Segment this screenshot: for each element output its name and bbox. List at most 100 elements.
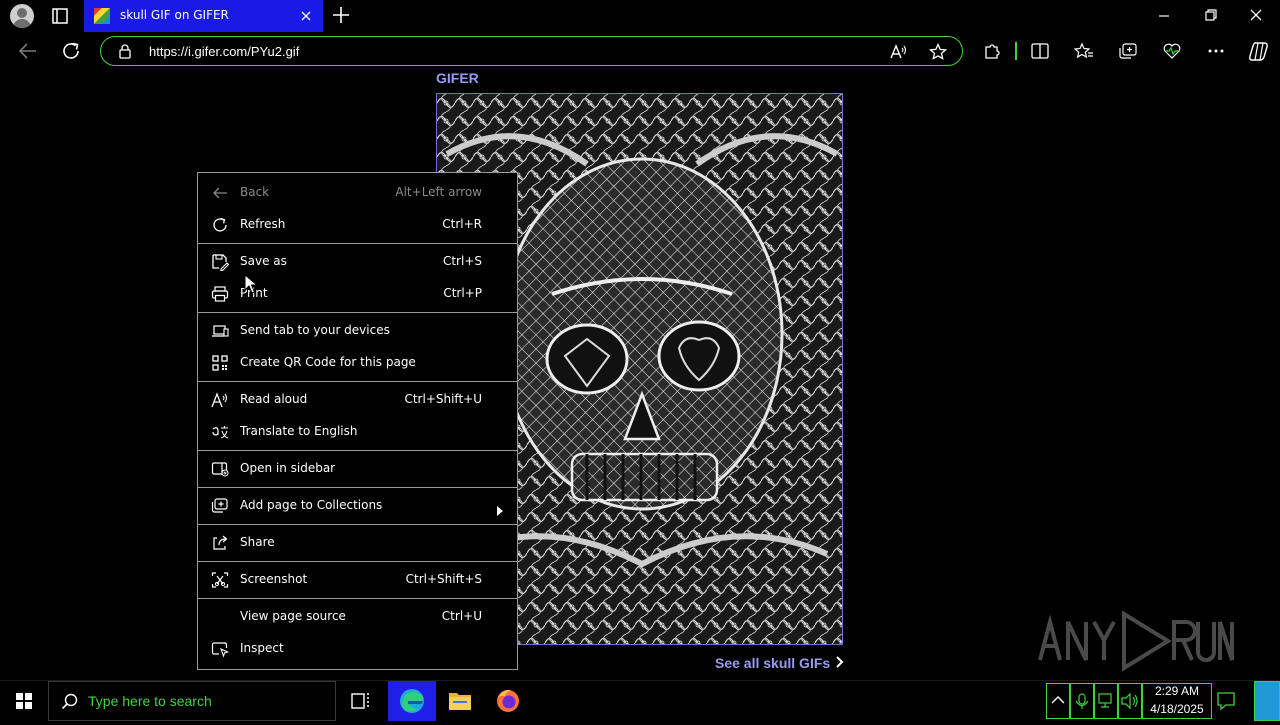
clock-time: 2:29 AM <box>1154 684 1200 698</box>
save-as-icon <box>211 253 230 272</box>
menu-separator <box>198 561 517 562</box>
menu-item-label: Screenshot <box>240 572 308 586</box>
taskbar-search-box[interactable]: Type here to search <box>48 681 336 721</box>
page-content: GIFER See all skull GIFs <box>0 70 1280 680</box>
share-icon <box>211 534 229 552</box>
edge-taskbar-icon[interactable] <box>388 681 436 721</box>
menu-separator <box>198 243 517 244</box>
menu-item-label: Read aloud <box>240 392 308 406</box>
context-menu: Back Alt+Left arrow Refresh Ctrl+R Save … <box>197 172 518 670</box>
menu-item-label: Open in sidebar <box>240 461 336 475</box>
address-bar[interactable]: https://i.gifer.com/PYu2.gif <box>100 36 963 66</box>
qr-code-icon <box>211 354 229 372</box>
favorites-icon[interactable] <box>1073 42 1094 60</box>
collections-icon[interactable] <box>1118 42 1138 60</box>
windows-start-icon[interactable] <box>0 681 48 721</box>
site-logo-text[interactable]: GIFER <box>436 70 479 86</box>
menu-item-label: Create QR Code for this page <box>240 355 416 369</box>
split-screen-icon[interactable] <box>1030 42 1050 60</box>
url-text[interactable]: https://i.gifer.com/PYu2.gif <box>149 44 299 59</box>
show-desktop-button[interactable] <box>1254 681 1280 721</box>
screenshot-icon <box>211 571 229 589</box>
read-aloud-icon <box>211 391 229 409</box>
search-placeholder: Type here to search <box>88 693 212 709</box>
menu-item-shortcut: Ctrl+Shift+S <box>405 572 482 586</box>
minimize-icon[interactable] <box>1152 6 1176 26</box>
menu-item-open-in-sidebar[interactable]: Open in sidebar <box>198 453 517 485</box>
menu-item-view-source[interactable]: View page source Ctrl+U <box>198 601 517 633</box>
refresh-icon[interactable] <box>60 40 84 62</box>
menu-item-create-qr[interactable]: Create QR Code for this page <box>198 347 517 379</box>
lock-icon[interactable] <box>117 43 133 59</box>
menu-separator <box>198 381 517 382</box>
tab-actions-icon[interactable] <box>48 4 72 28</box>
menu-item-shortcut: Ctrl+Shift+U <box>404 392 482 406</box>
close-tab-icon[interactable] <box>298 8 314 24</box>
favorite-star-icon[interactable] <box>928 42 948 61</box>
menu-item-label: Add page to Collections <box>240 498 383 512</box>
gifer-favicon-icon <box>94 8 110 24</box>
menu-item-send-tab[interactable]: Send tab to your devices <box>198 315 517 347</box>
task-view-icon[interactable] <box>340 689 380 713</box>
chevron-right-icon <box>834 655 844 671</box>
taskbar: Type here to search 2:29 AM 4/18/2025 <box>0 680 1280 721</box>
menu-item-share[interactable]: Share <box>198 527 517 559</box>
tab-title: skull GIF on GIFER <box>120 8 229 22</box>
devices-icon <box>211 322 229 340</box>
menu-separator <box>198 598 517 599</box>
collections-icon <box>211 497 229 515</box>
translate-icon <box>211 423 229 441</box>
menu-item-refresh[interactable]: Refresh Ctrl+R <box>198 209 517 241</box>
menu-item-shortcut: Ctrl+U <box>441 609 482 623</box>
refresh-icon <box>211 216 229 234</box>
tab-strip: skull GIF on GIFER <box>0 0 1280 32</box>
menu-item-label: Share <box>240 535 275 549</box>
menu-separator <box>198 450 517 451</box>
file-explorer-taskbar-icon[interactable] <box>436 681 484 721</box>
notifications-icon[interactable] <box>1214 689 1238 713</box>
menu-item-label: Back <box>240 185 270 199</box>
show-hidden-icons-chevron-icon[interactable] <box>1046 683 1070 719</box>
back-arrow-icon[interactable] <box>16 40 40 62</box>
sidebar-icon <box>211 460 229 478</box>
network-tray-icon[interactable] <box>1094 683 1118 719</box>
profile-avatar[interactable] <box>10 4 34 28</box>
menu-item-label: Save as <box>240 254 287 268</box>
mouse-cursor-icon <box>244 273 259 294</box>
browser-essentials-heart-icon[interactable] <box>1162 42 1182 60</box>
search-icon <box>61 693 79 711</box>
microphone-tray-icon[interactable] <box>1070 683 1094 719</box>
close-window-icon[interactable] <box>1244 6 1268 26</box>
menu-item-back[interactable]: Back Alt+Left arrow <box>198 177 517 209</box>
menu-item-shortcut: Ctrl+S <box>442 254 482 268</box>
see-all-skull-gifs-link[interactable]: See all skull GIFs <box>715 655 844 671</box>
menu-item-label: Refresh <box>240 217 286 231</box>
menu-item-label: Translate to English <box>240 424 358 438</box>
menu-separator <box>198 312 517 313</box>
back-arrow-icon <box>211 184 229 202</box>
submenu-chevron-icon <box>496 501 504 520</box>
menu-item-screenshot[interactable]: Screenshot Ctrl+Shift+S <box>198 564 517 596</box>
menu-item-add-to-collections[interactable]: Add page to Collections <box>198 490 517 522</box>
more-options-icon[interactable] <box>1206 42 1226 60</box>
new-tab-plus-icon[interactable] <box>330 4 352 26</box>
menu-separator <box>198 524 517 525</box>
menu-item-label: Send tab to your devices <box>240 323 390 337</box>
read-aloud-icon[interactable] <box>889 43 907 61</box>
anyrun-watermark-logo <box>1038 610 1234 672</box>
menu-item-translate[interactable]: Translate to English <box>198 416 517 448</box>
printer-icon <box>211 285 229 303</box>
inspect-icon <box>211 640 229 658</box>
copilot-icon[interactable] <box>1247 40 1271 62</box>
menu-item-inspect[interactable]: Inspect <box>198 633 517 665</box>
see-all-label: See all skull GIFs <box>715 655 831 671</box>
menu-item-shortcut: Alt+Left arrow <box>395 185 482 199</box>
menu-item-label: Inspect <box>240 641 284 655</box>
menu-item-read-aloud[interactable]: Read aloud Ctrl+Shift+U <box>198 384 517 416</box>
extensions-puzzle-icon[interactable] <box>982 42 1002 60</box>
firefox-taskbar-icon[interactable] <box>484 681 532 721</box>
browser-toolbar: https://i.gifer.com/PYu2.gif <box>0 32 1280 70</box>
active-tab[interactable]: skull GIF on GIFER <box>84 0 323 32</box>
menu-item-shortcut: Ctrl+P <box>443 286 482 300</box>
restore-icon[interactable] <box>1198 6 1222 26</box>
